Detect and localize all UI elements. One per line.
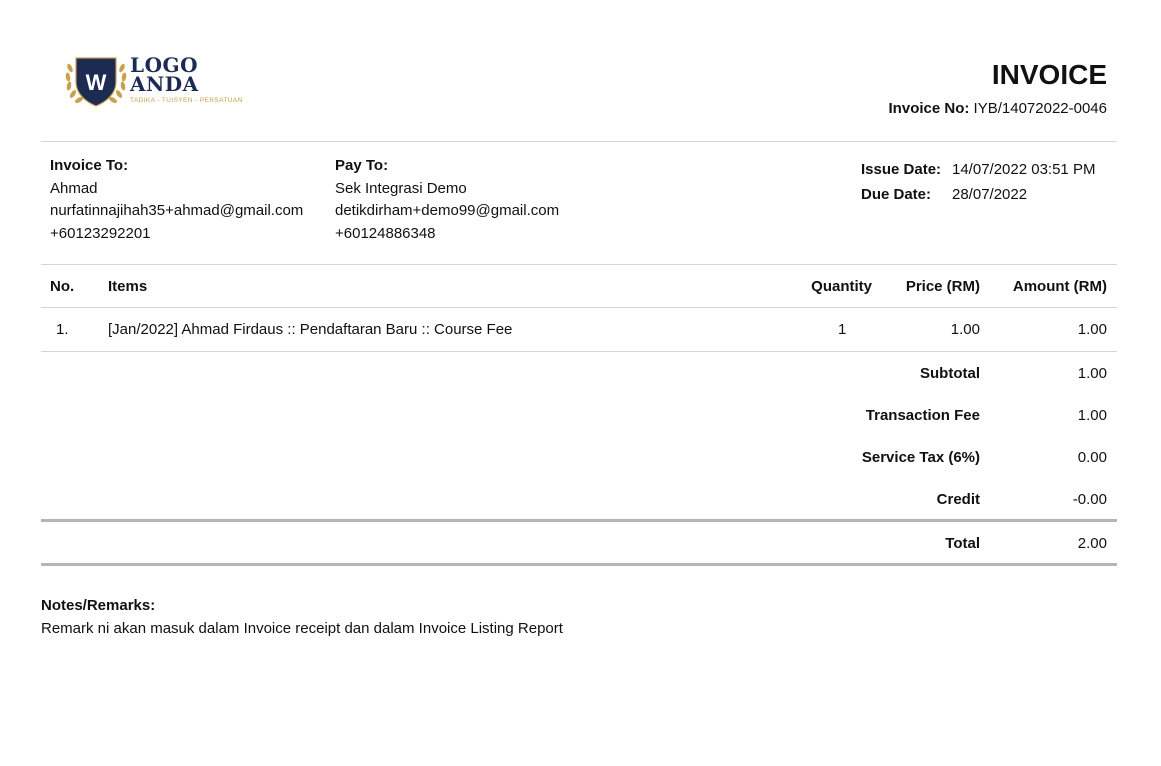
issue-date-value: 14/07/2022 03:51 PM [952, 161, 1096, 178]
invoice-to-block: Invoice To: Ahmad nurfatinnajihah35+ahma… [50, 155, 303, 245]
notes-text: Remark ni akan masuk dalam Invoice recei… [41, 620, 563, 637]
total-label: Total [945, 535, 980, 552]
total-divider [41, 519, 1117, 522]
invoice-title: INVOICE [991, 59, 1107, 90]
shield-logo-icon: W [65, 57, 127, 107]
issue-date-row: Issue Date: 14/07/2022 03:51 PM [861, 157, 1095, 182]
invoice-number-label: Invoice No: [888, 100, 970, 117]
row-price: 1.00 [950, 321, 980, 338]
divider [41, 307, 1117, 308]
invoice-to-email: nurfatinnajihah35+ahmad@gmail.com [50, 202, 304, 219]
invoice-to-name: Ahmad [50, 179, 98, 197]
logo-tagline: TADIKA - TUISYEN - PERSATUAN [130, 97, 243, 104]
issue-date-label: Issue Date: [861, 161, 942, 178]
due-date-row: Due Date: 28/07/2022 [861, 182, 1095, 207]
divider [41, 351, 1117, 352]
dates-block: Issue Date: 14/07/2022 03:51 PM Due Date:… [861, 157, 1095, 207]
pay-to-name: Sek Integrasi Demo [335, 179, 467, 197]
subtotal-value: 1.00 [1077, 365, 1107, 382]
pay-to-phone: +60124886348 [335, 224, 436, 242]
transaction-fee-value: 1.00 [1077, 407, 1107, 424]
divider [41, 264, 1117, 265]
invoice-to-phone: +60123292201 [50, 224, 151, 242]
total-value: 2.00 [1077, 535, 1107, 552]
notes-block: Notes/Remarks: Remark ni akan masuk dala… [41, 594, 563, 640]
service-tax-value: 0.00 [1077, 449, 1107, 466]
subtotal-label: Subtotal [920, 365, 980, 382]
row-amount: 1.00 [1077, 321, 1107, 338]
due-date-value: 28/07/2022 [952, 186, 1028, 203]
logo-line-2: ANDA [130, 72, 199, 96]
column-header-no: No. [50, 278, 75, 295]
transaction-fee-label: Transaction Fee [865, 407, 980, 424]
column-header-items: Items [108, 278, 148, 295]
total-divider [41, 563, 1117, 566]
logo-wordmark: LOGO ANDA TADIKA - TUISYEN - PERSATUAN [130, 55, 243, 104]
invoice-number-value: IYB/14072022-0046 [973, 100, 1107, 117]
logo-monogram: W [86, 70, 107, 95]
row-quantity: 1 [838, 321, 847, 338]
due-date-label: Due Date: [861, 186, 932, 203]
row-no: 1. [56, 321, 69, 338]
invoice-number: Invoice No: IYB/14072022-0046 [889, 100, 1107, 117]
service-tax-label: Service Tax (6%) [861, 449, 980, 466]
column-header-quantity: Quantity [811, 278, 872, 295]
pay-to-email: detikdirham+demo99@gmail.com [335, 202, 560, 219]
row-item: [Jan/2022] Ahmad Firdaus :: Pendaftaran … [108, 321, 513, 338]
credit-value: -0.00 [1072, 491, 1107, 508]
pay-to-block: Pay To: Sek Integrasi Demo detikdirham+d… [335, 155, 559, 245]
company-logo: W LOGO ANDA TADIKA - TUISYEN - PERSATUAN [64, 52, 242, 110]
invoice-to-label: Invoice To: [50, 157, 129, 174]
credit-label: Credit [936, 491, 980, 508]
pay-to-label: Pay To: [335, 157, 389, 174]
divider [41, 141, 1117, 142]
column-header-price: Price (RM) [905, 278, 980, 295]
column-header-amount: Amount (RM) [1012, 278, 1107, 295]
notes-label: Notes/Remarks: [41, 597, 156, 614]
invoice-page: W LOGO ANDA TADIKA - TUISYEN - PERSATUAN… [0, 0, 1161, 766]
